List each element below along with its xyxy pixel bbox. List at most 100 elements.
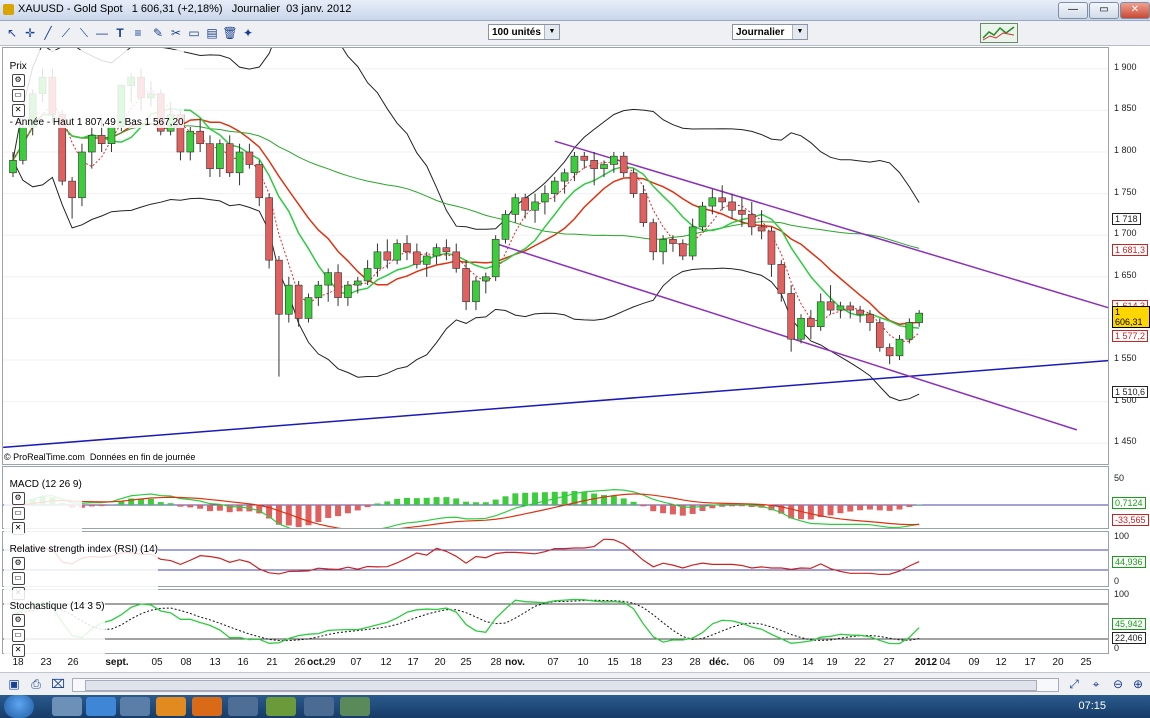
macd-histogram-bar xyxy=(413,498,420,505)
macd-histogram-bar xyxy=(482,502,489,505)
candle-body xyxy=(88,135,96,153)
candle-body xyxy=(757,226,766,232)
candle-body xyxy=(245,151,254,165)
macd-histogram-bar xyxy=(384,501,391,505)
candle-body xyxy=(718,197,727,203)
macd-histogram-bar xyxy=(522,492,529,505)
pointer-icon[interactable]: ↖ xyxy=(4,25,20,41)
close-button[interactable]: ✕ xyxy=(1120,2,1150,19)
candle-body xyxy=(481,276,490,282)
price-y-label: 1 900 xyxy=(1114,61,1137,72)
lock-icon[interactable]: ⌧ xyxy=(50,676,66,692)
ie-icon[interactable] xyxy=(86,697,116,716)
wrench-icon[interactable]: ⚙ xyxy=(11,614,25,627)
trash-icon[interactable]: 🗑 xyxy=(222,25,238,41)
stoch-chart xyxy=(3,598,1108,645)
timeframe-select[interactable]: Journalier ▼ xyxy=(732,24,808,40)
x-axis-label: sept. xyxy=(105,657,129,668)
ray-icon[interactable]: ⟋ xyxy=(58,25,74,41)
candle-body xyxy=(659,239,667,253)
x-axis-label: 14 xyxy=(802,657,814,668)
close-icon[interactable]: ✕ xyxy=(11,104,25,117)
macd-histogram-bar xyxy=(866,505,873,510)
rsi-tag: 44,936 xyxy=(1112,556,1146,568)
macd-histogram-bar xyxy=(660,505,667,514)
horizontal-scrollbar[interactable] xyxy=(72,678,1059,692)
crosshair-icon[interactable]: ✛ xyxy=(22,25,38,41)
window-icon[interactable]: ▭ xyxy=(11,572,25,585)
start-button[interactable] xyxy=(4,695,34,718)
line-icon[interactable]: ╱ xyxy=(40,25,56,41)
app-icon-4[interactable] xyxy=(156,697,186,716)
x-axis-label: 08 xyxy=(180,657,192,668)
rsi-chart xyxy=(3,538,1108,576)
x-axis-label: 28 xyxy=(689,657,701,668)
explorer-icon[interactable] xyxy=(52,697,82,716)
macd-histogram-bar xyxy=(147,498,154,505)
app-icon-7[interactable] xyxy=(266,697,296,716)
rsi-panel[interactable] xyxy=(2,531,1109,587)
window-icon[interactable]: ▭ xyxy=(11,507,25,520)
note-icon[interactable]: ▤ xyxy=(204,25,220,41)
candle-body xyxy=(787,293,795,340)
prorealtime-icon[interactable] xyxy=(340,697,370,716)
macd-histogram-bar xyxy=(404,497,410,505)
scroll-thumb[interactable] xyxy=(85,680,1037,691)
title-bar: XAUUSD - Gold Spot 1 606,31 (+2,18%) Jou… xyxy=(0,0,1150,21)
trend-icon[interactable]: ⟍ xyxy=(76,25,92,41)
vlc-icon[interactable] xyxy=(192,697,222,716)
minimize-button[interactable]: — xyxy=(1058,2,1088,19)
save-icon[interactable]: ▣ xyxy=(6,676,22,692)
candle-body xyxy=(836,305,845,311)
rect-icon[interactable]: ▭ xyxy=(186,25,202,41)
app-icon-6[interactable] xyxy=(228,697,258,716)
candle-body xyxy=(78,151,86,199)
chart-style-button[interactable] xyxy=(980,23,1018,43)
zoom-in-icon[interactable]: ⊕ xyxy=(1130,676,1146,692)
toolbar: ↖ ✛ ╱ ⟋ ⟍ ― T ≡ ✎ ✂ ▭ ▤ 🗑 ✦ 100 unités ▼… xyxy=(0,21,1150,46)
maximize-button[interactable]: ▭ xyxy=(1089,2,1119,19)
units-select[interactable]: 100 unités ▼ xyxy=(488,24,560,40)
candle-body xyxy=(334,272,342,298)
macd-tag: -33,565 xyxy=(1112,514,1149,526)
magic-icon[interactable]: ✦ xyxy=(240,25,256,41)
macd-histogram-bar xyxy=(837,505,844,514)
app-icon-3[interactable] xyxy=(120,697,150,716)
window-icon[interactable]: ▭ xyxy=(11,89,25,102)
macd-histogram-bar xyxy=(157,502,164,505)
print-icon[interactable]: ⎙ xyxy=(28,676,44,692)
cut-icon[interactable]: ✂ xyxy=(168,25,184,41)
macd-histogram-bar xyxy=(295,505,302,528)
stoch-panel[interactable] xyxy=(2,589,1109,654)
macd-histogram-bar xyxy=(896,505,903,510)
macd-histogram-bar xyxy=(443,497,450,505)
candle-body xyxy=(580,155,589,161)
macd-histogram-bar xyxy=(847,505,854,512)
wrench-icon[interactable]: ⚙ xyxy=(11,557,25,570)
x-axis-label: 22 xyxy=(854,657,866,668)
zoom-out-icon[interactable]: ⊖ xyxy=(1110,676,1126,692)
candle-body xyxy=(550,180,559,194)
stoch-panel-header: Stochastique (14 3 5) ⚙ ▭ ✕ xyxy=(4,590,105,657)
fibo-icon[interactable]: ≡ xyxy=(130,25,146,41)
candle-body xyxy=(511,197,520,215)
candle-body xyxy=(462,268,470,303)
macd-histogram-bar xyxy=(502,496,509,505)
macd-panel[interactable] xyxy=(2,466,1109,529)
pencil-icon[interactable]: ✎ xyxy=(150,25,166,41)
window-icon[interactable]: ▭ xyxy=(11,629,25,642)
x-axis-label: 26 xyxy=(294,657,306,668)
rsi-y-label: 100 xyxy=(1114,531,1130,541)
candle-body xyxy=(107,126,116,144)
fit-icon[interactable]: ⤢ xyxy=(1066,676,1082,692)
candle-body xyxy=(649,222,658,253)
text-icon[interactable]: T xyxy=(112,25,128,41)
h-line-icon[interactable]: ― xyxy=(94,25,110,41)
close-icon[interactable]: ✕ xyxy=(11,644,25,657)
skype-icon[interactable] xyxy=(304,697,334,716)
candle-body xyxy=(777,264,786,294)
wrench-icon[interactable]: ⚙ xyxy=(11,492,25,505)
price-y-label: 1 550 xyxy=(1114,353,1137,363)
zoom-reset-icon[interactable]: ⌖ xyxy=(1088,676,1104,692)
wrench-icon[interactable]: ⚙ xyxy=(11,74,25,87)
